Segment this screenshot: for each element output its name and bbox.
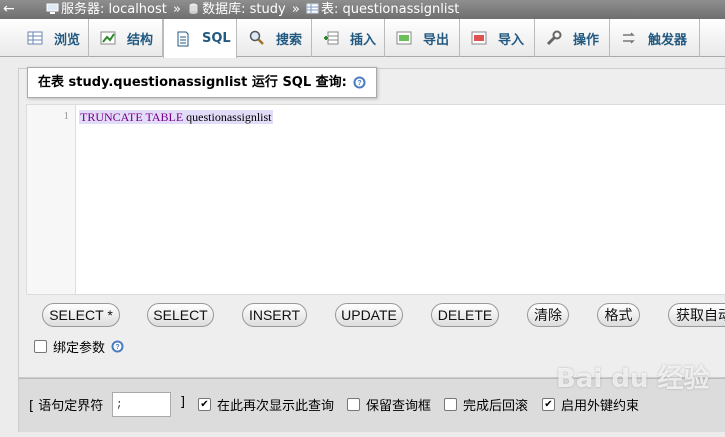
breadcrumb: 服务器: localhost » 数据库: study » 表: questio… [46, 0, 459, 19]
help-icon[interactable]: ? [353, 76, 366, 89]
tab-import[interactable]: 导入 [460, 19, 535, 57]
line-number: 1 [63, 110, 70, 122]
server-icon [46, 3, 59, 14]
breadcrumb-separator: » [173, 2, 181, 17]
delimiter-input[interactable]: ; [112, 392, 171, 417]
breadcrumb-separator: » [291, 2, 300, 17]
show-query-again-checkbox[interactable]: ✔ [198, 398, 211, 411]
delimiter-label: [ 语句定界符 [29, 399, 104, 414]
select-all-button[interactable]: SELECT * [42, 303, 120, 327]
tab-export[interactable]: 导出 [385, 19, 460, 57]
sql-query-legend: 在表 study.questionassignlist 运行 SQL 查询: ? [27, 67, 377, 98]
search-icon [248, 30, 266, 46]
back-arrow-icon[interactable]: ← [0, 0, 38, 19]
get-auto-button[interactable]: 获取自动 [668, 303, 725, 327]
insert-button[interactable]: INSERT [242, 303, 307, 327]
retain-query-box-option[interactable]: 保留查询框 [347, 395, 431, 414]
clear-button[interactable]: 清除 [527, 303, 569, 327]
tab-bar: 浏览 结构 SQL 搜索 插入 导出 导入 操作 触发器 [0, 19, 725, 58]
breadcrumb-database[interactable]: 数据库: study [187, 0, 286, 19]
structure-icon [99, 30, 117, 46]
rollback-checkbox[interactable] [444, 398, 457, 411]
tab-triggers[interactable]: 触发器 [610, 19, 700, 57]
database-icon [189, 3, 198, 14]
bind-parameters: 绑定参数 ? [34, 337, 124, 356]
breadcrumb-bar: ← 服务器: localhost » 数据库: study » 表: quest… [0, 0, 725, 19]
export-icon [395, 30, 413, 46]
delimiter-label-close: ] [180, 395, 186, 410]
update-button[interactable]: UPDATE [335, 303, 403, 327]
tab-operations[interactable]: 操作 [535, 19, 610, 57]
show-query-again-option[interactable]: ✔ 在此再次显示此查询 [198, 395, 334, 414]
bind-parameters-label: 绑定参数 [53, 341, 106, 356]
sql-keyword: TRUNCATE TABLE [80, 110, 184, 124]
breadcrumb-server[interactable]: 服务器: localhost [46, 0, 167, 19]
select-button[interactable]: SELECT [147, 303, 214, 327]
tab-structure[interactable]: 结构 [89, 19, 163, 57]
triggers-icon [620, 30, 638, 46]
help-icon[interactable]: ? [111, 340, 124, 353]
tab-insert[interactable]: 插入 [312, 19, 385, 57]
breadcrumb-table[interactable]: 表: questionassignlist [306, 0, 459, 19]
svg-text:?: ? [115, 344, 119, 351]
rollback-when-finished-option[interactable]: 完成后回滚 [444, 395, 528, 414]
table-icon [306, 3, 319, 14]
line-number-gutter: 1 [27, 105, 76, 294]
format-button[interactable]: 格式 [597, 303, 640, 327]
foreign-key-checks-option[interactable]: ✔ 启用外键约束 [542, 395, 639, 414]
tab-search[interactable]: 搜索 [238, 19, 312, 57]
sql-icon [174, 31, 192, 47]
wrench-icon [545, 30, 563, 46]
insert-icon [322, 30, 340, 46]
svg-text:?: ? [357, 80, 361, 87]
sql-code-line[interactable]: TRUNCATE TABLE questionassignlist [79, 110, 273, 125]
bind-parameters-checkbox[interactable] [34, 340, 47, 353]
tab-browse[interactable]: 浏览 [16, 19, 89, 57]
foreign-key-checks-checkbox[interactable]: ✔ [542, 398, 555, 411]
import-icon [470, 30, 488, 46]
delete-button[interactable]: DELETE [431, 303, 499, 327]
tab-sql[interactable]: SQL [163, 19, 237, 58]
sql-editor[interactable]: 1 TRUNCATE TABLE questionassignlist [26, 104, 725, 295]
retain-query-box-checkbox[interactable] [347, 398, 360, 411]
sql-table-name: questionassignlist [183, 110, 272, 124]
browse-icon [26, 30, 44, 46]
